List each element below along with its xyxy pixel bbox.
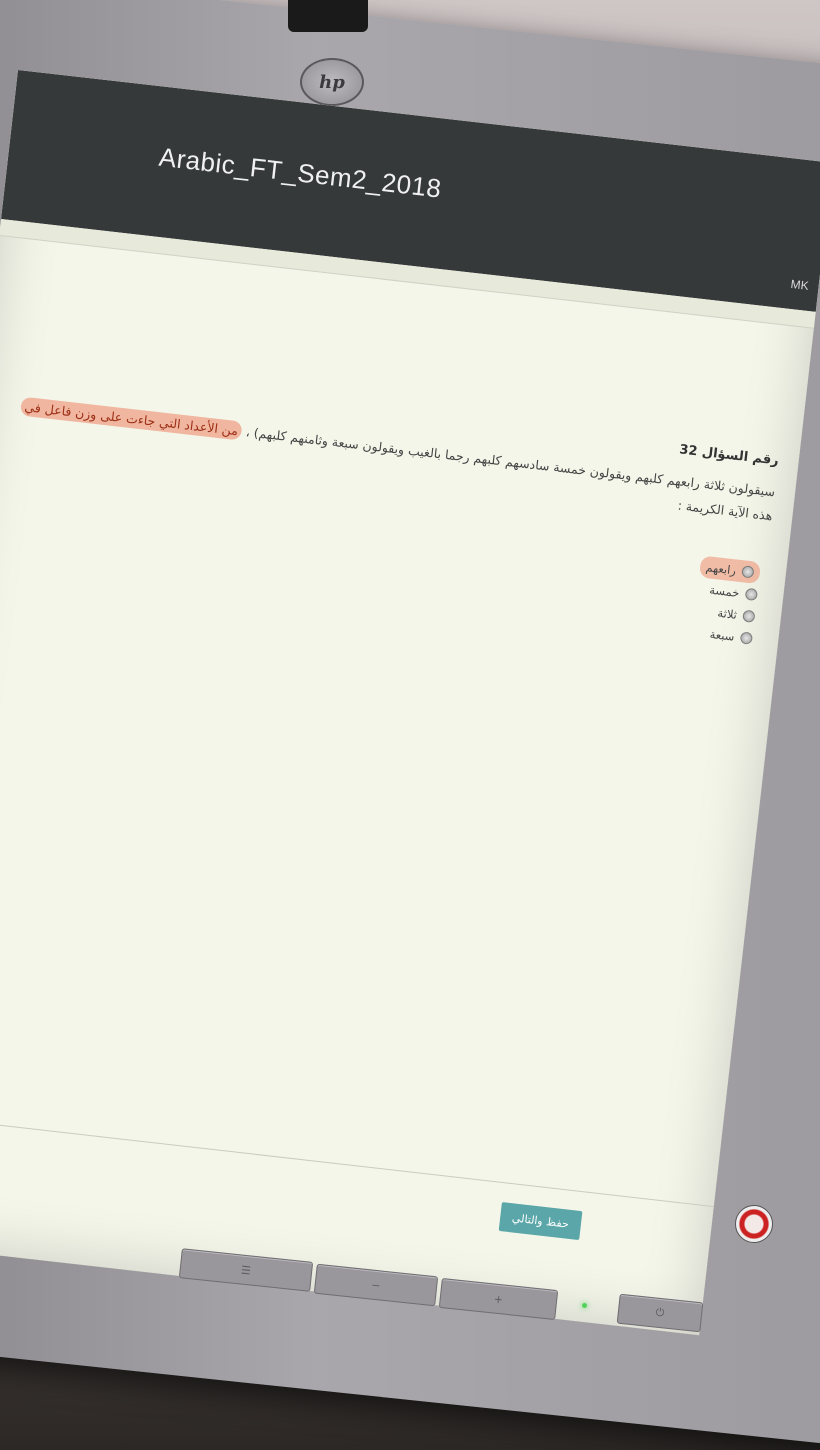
question-text-highlight: من الأعداد التي جاءت على وزن فاعل في [19,396,244,441]
hp-logo: hp [300,58,364,106]
answer-option-label: سبعة [708,626,736,644]
user-initials[interactable]: MK [790,277,809,293]
power-led-icon [582,1303,587,1308]
answer-option-label: خمسة [708,582,741,600]
radio-button-icon[interactable] [739,631,754,645]
footer-divider [0,1113,714,1208]
hp-logo-text: hp [319,71,345,93]
question-text-end: هذه الآية الكريمة : [677,497,774,523]
sticker-icon [735,1205,773,1243]
answer-option-label: رابعهم [704,560,737,578]
answer-option-label: ثلاثة [716,605,738,622]
radio-button-icon[interactable] [741,565,755,579]
question-number: رقم السؤال 32 [678,442,780,469]
radio-button-icon[interactable] [742,609,756,623]
monitor-screen: Arabic_FT_Sem2_2018 MK رقم السؤال 32 سيق… [0,70,820,1336]
exam-title: Arabic_FT_Sem2_2018 [157,141,444,204]
answer-options: رابعهم خمسة ثلاثة سبعة [691,555,762,649]
save-next-button[interactable]: حفظ والتالي [498,1202,583,1241]
radio-button-icon[interactable] [744,587,758,602]
webcam [288,0,368,32]
question-panel: رقم السؤال 32 سيقولون ثلاثة رابعهم كلبهم… [0,239,813,1286]
question-text-start: سيقولون ثلاثة رابعهم كلبهم ويقولون خمسة … [241,423,776,500]
question-text: سيقولون ثلاثة رابعهم كلبهم ويقولون خمسة … [6,393,776,527]
